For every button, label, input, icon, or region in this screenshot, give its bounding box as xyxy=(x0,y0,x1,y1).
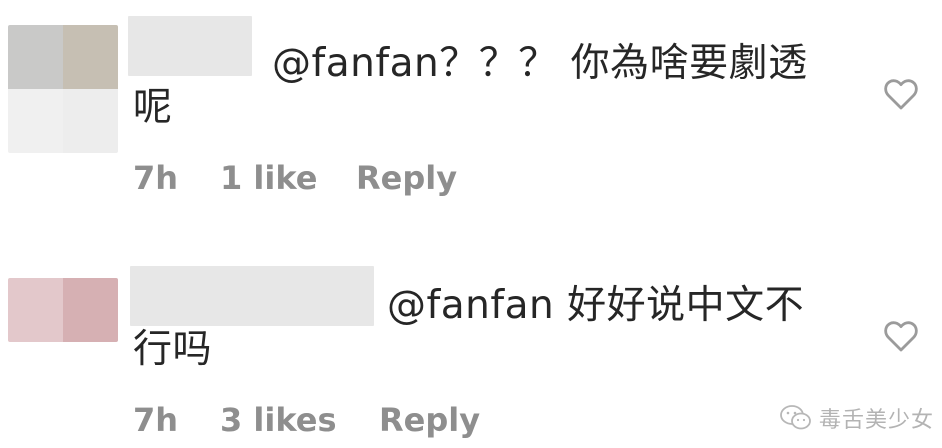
avatar[interactable] xyxy=(8,278,118,342)
reply-button[interactable]: Reply xyxy=(379,404,480,436)
like-button[interactable] xyxy=(881,74,921,114)
comment-timestamp: 7h xyxy=(133,401,179,439)
avatar[interactable] xyxy=(8,25,118,153)
likes-count-link[interactable]: 1 like xyxy=(220,162,317,194)
watermark: 毒舌美少女 xyxy=(779,402,934,434)
comment-text: @fanfan 好好说中文不 xyxy=(387,283,805,328)
wechat-icon xyxy=(779,404,813,432)
comment-thread: @fanfan？？？ 你為啥要劇透 呢 7h 1 like Reply @fan… xyxy=(0,0,942,448)
comment-text-continued: 呢 xyxy=(133,85,173,130)
likes-count-link[interactable]: 3 likes xyxy=(220,404,337,436)
comment-text-continued: 行吗 xyxy=(133,327,213,372)
comment-text: @fanfan？？？ 你為啥要劇透 xyxy=(272,41,808,86)
like-button[interactable] xyxy=(881,316,921,356)
watermark-text: 毒舌美少女 xyxy=(818,408,934,433)
reply-button[interactable]: Reply xyxy=(356,162,457,194)
redacted-username xyxy=(130,266,374,326)
comment-timestamp: 7h xyxy=(133,159,179,197)
redacted-username xyxy=(128,16,252,76)
heart-outline-icon xyxy=(881,316,921,356)
heart-outline-icon xyxy=(881,74,921,114)
